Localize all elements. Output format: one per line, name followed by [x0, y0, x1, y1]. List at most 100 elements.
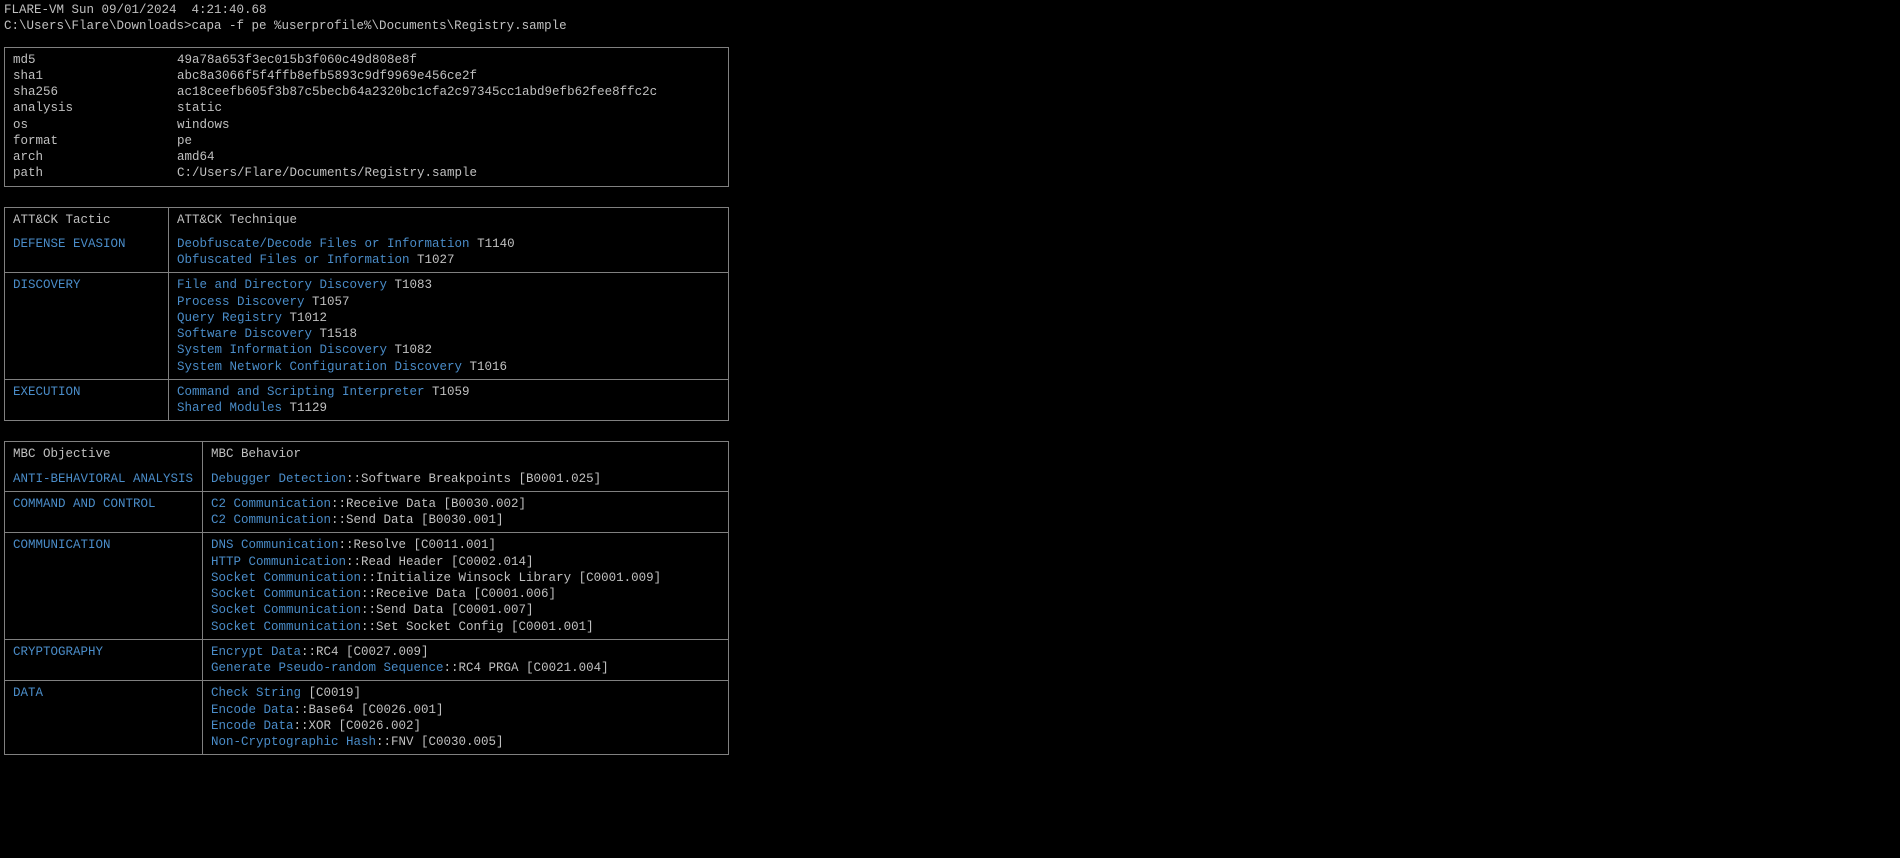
attack-technique-name[interactable]: Command and Scripting Interpreter: [177, 385, 425, 399]
mbc-behavior-name[interactable]: DNS Communication: [211, 538, 339, 552]
attack-tactic[interactable]: EXECUTION: [5, 380, 169, 421]
mbc-header-behavior: MBC Behavior: [203, 442, 728, 466]
info-value: ac18ceefb605f3b87c5becb64a2320bc1cfa2c97…: [169, 84, 728, 100]
attack-technique-code: T1057: [305, 295, 350, 309]
info-key: sha1: [5, 68, 169, 84]
mbc-behavior-line: Check String [C0019]: [211, 685, 720, 701]
info-row: md549a78a653f3ec015b3f060c49d808e8f: [5, 52, 728, 68]
mbc-behavior-suffix: ::XOR [C0026.002]: [294, 719, 422, 733]
prompt-text: C:\Users\Flare\Downloads>: [4, 19, 192, 33]
attack-technique-line: Shared Modules T1129: [177, 400, 720, 416]
attack-technique-name[interactable]: Software Discovery: [177, 327, 312, 341]
mbc-behavior-line: Socket Communication::Set Socket Config …: [211, 619, 720, 635]
attack-technique-line: Software Discovery T1518: [177, 326, 720, 342]
info-key: md5: [5, 52, 169, 68]
attack-techniques-cell: Deobfuscate/Decode Files or Information …: [169, 232, 728, 273]
attack-technique-code: T1129: [282, 401, 327, 415]
attack-technique-name[interactable]: Deobfuscate/Decode Files or Information: [177, 237, 470, 251]
mbc-behavior-name[interactable]: Encode Data: [211, 703, 294, 717]
mbc-objective[interactable]: COMMAND AND CONTROL: [5, 492, 203, 533]
mbc-behavior-name[interactable]: Generate Pseudo-random Sequence: [211, 661, 444, 675]
mbc-behavior-line: Non-Cryptographic Hash::FNV [C0030.005]: [211, 734, 720, 750]
mbc-objective[interactable]: COMMUNICATION: [5, 533, 203, 639]
attack-technique-line: File and Directory Discovery T1083: [177, 277, 720, 293]
info-key: path: [5, 165, 169, 181]
attack-technique-line: Process Discovery T1057: [177, 294, 720, 310]
mbc-header-objective: MBC Objective: [5, 442, 203, 466]
mbc-behavior-name[interactable]: Non-Cryptographic Hash: [211, 735, 376, 749]
terminal-host-line: FLARE-VM Sun 09/01/2024 4:21:40.68: [4, 2, 1896, 18]
attack-technique-name[interactable]: File and Directory Discovery: [177, 278, 387, 292]
mbc-objective[interactable]: DATA: [5, 681, 203, 754]
mbc-behavior-suffix: ::Send Data [B0030.001]: [331, 513, 504, 527]
attack-technique-name[interactable]: System Network Configuration Discovery: [177, 360, 462, 374]
mbc-objective[interactable]: CRYPTOGRAPHY: [5, 640, 203, 681]
mbc-behavior-suffix: ::Software Breakpoints [B0001.025]: [346, 472, 601, 486]
attack-row: DEFENSE EVASION Deobfuscate/Decode Files …: [5, 232, 728, 273]
mbc-behavior-name[interactable]: HTTP Communication: [211, 555, 346, 569]
command-text: capa -f pe %userprofile%\Documents\Regis…: [192, 19, 567, 33]
attack-tactic[interactable]: DEFENSE EVASION: [5, 232, 169, 273]
attack-technique-name[interactable]: System Information Discovery: [177, 343, 387, 357]
info-value: C:/Users/Flare/Documents/Registry.sample: [169, 165, 728, 181]
mbc-behaviors-cell: Debugger Detection::Software Breakpoints…: [203, 467, 728, 491]
info-value: 49a78a653f3ec015b3f060c49d808e8f: [169, 52, 728, 68]
attack-tactic[interactable]: DISCOVERY: [5, 273, 169, 379]
mbc-objective[interactable]: ANTI-BEHAVIORAL ANALYSIS: [5, 467, 203, 491]
mbc-row: DATACheck String [C0019]Encode Data::Bas…: [5, 680, 728, 754]
info-value: abc8a3066f5f4ffb8efb5893c9df9969e456ce2f: [169, 68, 728, 84]
attack-technique-line: System Information Discovery T1082: [177, 342, 720, 358]
info-value: static: [169, 100, 728, 116]
mbc-behavior-suffix: ::RC4 [C0027.009]: [301, 645, 429, 659]
mbc-row: CRYPTOGRAPHYEncrypt Data::RC4 [C0027.009…: [5, 639, 728, 681]
mbc-behavior-name[interactable]: Socket Communication: [211, 571, 361, 585]
mbc-behavior-suffix: ::Send Data [C0001.007]: [361, 603, 534, 617]
mbc-behavior-name[interactable]: C2 Communication: [211, 513, 331, 527]
info-row: sha1abc8a3066f5f4ffb8efb5893c9df9969e456…: [5, 68, 728, 84]
mbc-behavior-name[interactable]: Debugger Detection: [211, 472, 346, 486]
attack-technique-line: Obfuscated Files or Information T1027: [177, 252, 720, 268]
mbc-behavior-line: Debugger Detection::Software Breakpoints…: [211, 471, 720, 487]
mbc-behaviors-cell: C2 Communication::Receive Data [B0030.00…: [203, 492, 728, 533]
mbc-behavior-line: Socket Communication::Initialize Winsock…: [211, 570, 720, 586]
attack-header-technique: ATT&CK Technique: [169, 208, 728, 232]
mbc-behavior-name[interactable]: Encode Data: [211, 719, 294, 733]
attack-technique-name[interactable]: Process Discovery: [177, 295, 305, 309]
attack-technique-line: Query Registry T1012: [177, 310, 720, 326]
attack-technique-line: Deobfuscate/Decode Files or Information …: [177, 236, 720, 252]
attack-technique-code: T1082: [387, 343, 432, 357]
info-row: analysisstatic: [5, 100, 728, 116]
mbc-behavior-suffix: ::FNV [C0030.005]: [376, 735, 504, 749]
mbc-behavior-suffix: ::Set Socket Config [C0001.001]: [361, 620, 594, 634]
mbc-behavior-suffix: ::Base64 [C0026.001]: [294, 703, 444, 717]
mbc-behavior-suffix: ::RC4 PRGA [C0021.004]: [444, 661, 609, 675]
attack-row: EXECUTIONCommand and Scripting Interpret…: [5, 379, 728, 421]
info-row: oswindows: [5, 117, 728, 133]
attack-table: ATT&CK Tactic ATT&CK Technique DEFENSE E…: [4, 207, 729, 422]
mbc-behavior-name[interactable]: Socket Communication: [211, 603, 361, 617]
mbc-behavior-suffix: ::Receive Data [B0030.002]: [331, 497, 526, 511]
attack-technique-name[interactable]: Query Registry: [177, 311, 282, 325]
info-value: amd64: [169, 149, 728, 165]
attack-techniques-cell: Command and Scripting Interpreter T1059S…: [169, 380, 728, 421]
mbc-table: MBC Objective MBC Behavior ANTI-BEHAVIOR…: [4, 441, 729, 755]
info-key: os: [5, 117, 169, 133]
attack-row: DISCOVERY File and Directory Discovery T1…: [5, 272, 728, 379]
mbc-behavior-name[interactable]: Encrypt Data: [211, 645, 301, 659]
mbc-behavior-name[interactable]: Socket Communication: [211, 587, 361, 601]
attack-technique-name[interactable]: Shared Modules: [177, 401, 282, 415]
mbc-behavior-line: HTTP Communication::Read Header [C0002.0…: [211, 554, 720, 570]
mbc-behavior-name[interactable]: C2 Communication: [211, 497, 331, 511]
attack-technique-line: System Network Configuration Discovery T…: [177, 359, 720, 375]
mbc-behavior-name[interactable]: Check String: [211, 686, 301, 700]
info-row: formatpe: [5, 133, 728, 149]
attack-header-tactic: ATT&CK Tactic: [5, 208, 169, 232]
attack-technique-name[interactable]: Obfuscated Files or Information: [177, 253, 410, 267]
mbc-row: ANTI-BEHAVIORAL ANALYSIS Debugger Detecti…: [5, 467, 728, 491]
mbc-behaviors-cell: Check String [C0019]Encode Data::Base64 …: [203, 681, 728, 754]
mbc-behavior-line: DNS Communication::Resolve [C0011.001]: [211, 537, 720, 553]
mbc-behaviors-cell: Encrypt Data::RC4 [C0027.009]Generate Ps…: [203, 640, 728, 681]
mbc-behavior-name[interactable]: Socket Communication: [211, 620, 361, 634]
file-info-table: md549a78a653f3ec015b3f060c49d808e8fsha1a…: [4, 47, 729, 187]
info-key: sha256: [5, 84, 169, 100]
